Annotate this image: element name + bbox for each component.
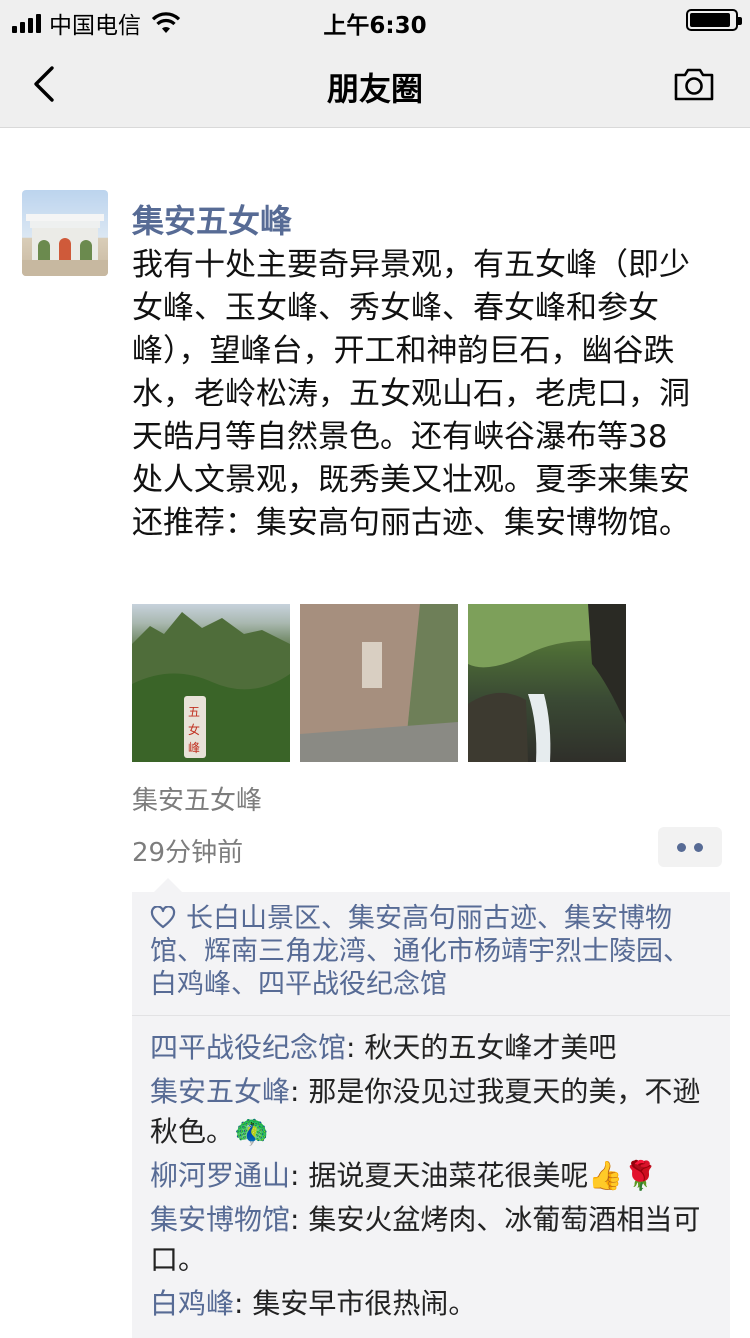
more-actions-button[interactable] [658, 827, 722, 867]
comment-author[interactable]: 柳河罗通山 [150, 1159, 290, 1192]
comment-author[interactable]: 四平战役纪念馆 [150, 1031, 346, 1064]
photo-grid: 五 女 峰 [132, 604, 626, 762]
comment-item[interactable]: 集安博物馆: 集安火盆烤肉、冰葡萄酒相当可口。 [150, 1200, 714, 1280]
post-time: 29分钟前 [132, 838, 244, 868]
post-location[interactable]: 集安五女峰 [132, 780, 262, 817]
svg-text:五: 五 [188, 705, 200, 719]
comment-text: : 集安早市很热闹。 [234, 1287, 477, 1320]
navigation-bar: 朋友圈 [0, 40, 750, 128]
status-time: 上午6:30 [323, 13, 427, 39]
likes-names[interactable]: 长白山景区、集安高句丽古迹、集安博物馆、辉南三角龙湾、通化市杨靖宇烈士陵园、白鸡… [150, 903, 690, 1000]
dot-icon [694, 842, 703, 852]
comment-author[interactable]: 集安博物馆 [150, 1203, 290, 1236]
avatar[interactable] [22, 190, 108, 276]
comment-text: : 据说夏天油菜花很美呢👍🌹 [290, 1159, 659, 1192]
comment-text: : 秋天的五女峰才美吧 [346, 1031, 617, 1064]
page-title: 朋友圈 [326, 70, 423, 108]
svg-text:女: 女 [188, 722, 200, 737]
comment-item[interactable]: 四平战役纪念馆: 秋天的五女峰才美吧 [150, 1028, 714, 1068]
camera-icon[interactable] [672, 66, 716, 102]
post-text: 我有十处主要奇异景观，有五女峰（即少女峰、玉女峰、秀女峰、春女峰和参女峰），望峰… [132, 247, 690, 541]
photo-thumbnail-mountain[interactable]: 五 女 峰 [132, 604, 290, 762]
interactions-panel: 长白山景区、集安高句丽古迹、集安博物馆、辉南三角龙湾、通化市杨靖宇烈士陵园、白鸡… [132, 878, 730, 1338]
photo-thumbnail-waterfall[interactable] [468, 604, 626, 762]
photo-thumbnail-rock[interactable] [300, 604, 458, 762]
heart-outline-icon [150, 906, 176, 929]
comment-item[interactable]: 集安五女峰: 那是你没见过我夏天的美，不逊秋色。🦚 [150, 1072, 714, 1152]
comment-item[interactable]: 柳河罗通山: 据说夏天油菜花很美呢👍🌹 [150, 1156, 714, 1196]
svg-text:峰: 峰 [188, 741, 200, 755]
status-bar: 中国电信 上午6:30 [0, 0, 750, 40]
post-author[interactable]: 集安五女峰 [132, 196, 292, 242]
comment-item[interactable]: 白鸡峰: 集安早市很热闹。 [150, 1284, 714, 1324]
comment-author[interactable]: 集安五女峰 [150, 1075, 290, 1108]
comments-list: 四平战役纪念馆: 秋天的五女峰才美吧 集安五女峰: 那是你没见过我夏天的美，不逊… [132, 1016, 730, 1338]
dot-icon [677, 842, 686, 852]
battery-icon [686, 9, 742, 31]
comment-author[interactable]: 白鸡峰 [150, 1287, 234, 1320]
likes-list: 长白山景区、集安高句丽古迹、集安博物馆、辉南三角龙湾、通化市杨靖宇烈士陵园、白鸡… [132, 892, 730, 1016]
